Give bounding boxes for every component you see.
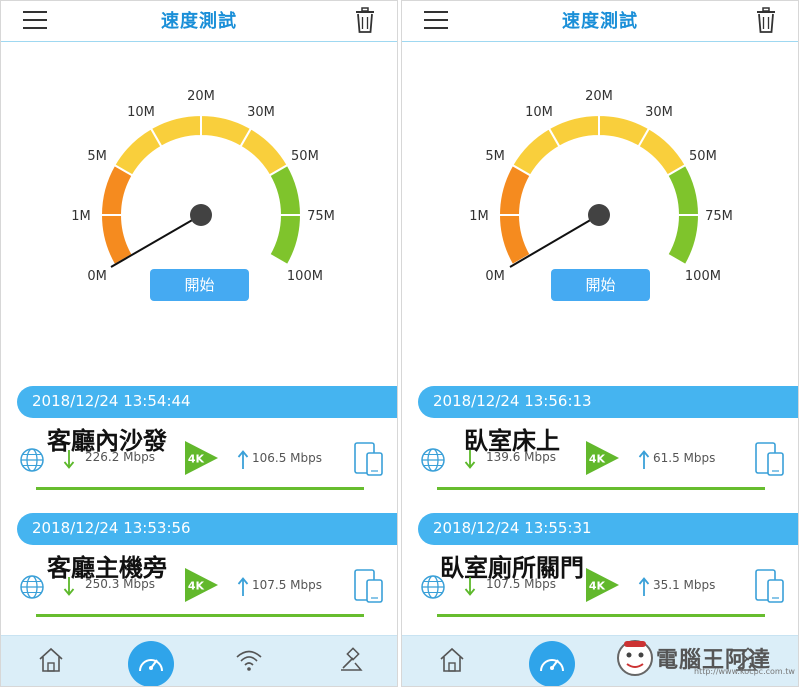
speedtest-panel-left: 速度測試 0M 1M 5M 10M 20M 30M 50M 75M 100M 開始 2018/1… [0, 0, 398, 687]
download-arrow-icon [63, 577, 75, 596]
gauge-tick-label: 50M [689, 149, 717, 164]
speed-gauge: 0M 1M 5M 10M 20M 30M 50M 75M 100M [469, 89, 733, 284]
gauge-tick-label: 75M [705, 209, 733, 224]
result-timestamp: 2018/12/24 13:53:56 [32, 519, 191, 537]
gauge-tick-label: 75M [307, 209, 335, 224]
result-card[interactable]: 2018/12/24 13:56:13 臥室床上 139.6 Mbps 4K 6… [402, 386, 798, 504]
gauge-tick-label: 10M [525, 105, 553, 120]
trash-icon[interactable] [355, 7, 375, 33]
wifi-icon[interactable] [235, 646, 263, 674]
result-card[interactable]: 2018/12/24 13:53:56 客廳主機旁 250.3 Mbps 4K … [1, 513, 397, 631]
result-card[interactable]: 2018/12/24 13:55:31 臥室廁所關門 107.5 Mbps 4K… [402, 513, 798, 631]
gauge-segment [666, 163, 701, 216]
page-title: 速度測試 [161, 11, 237, 32]
home-icon[interactable] [37, 646, 65, 674]
gauge-segment [547, 113, 600, 148]
globe-icon [421, 448, 445, 472]
download-speed: 250.3 Mbps [85, 577, 156, 591]
speedometer-icon [540, 659, 564, 672]
page-title: 速度測試 [562, 11, 638, 32]
gauge-tick-label: 30M [247, 105, 275, 120]
upload-arrow-icon [638, 577, 650, 596]
gauge-segment [666, 214, 701, 267]
speedometer-icon [139, 659, 163, 672]
gauge-tick-label: 1M [71, 209, 91, 224]
speed-gauge: 0M 1M 5M 10M 20M 30M 50M 75M 100M [71, 89, 335, 284]
upload-speed: 61.5 Mbps [653, 451, 716, 465]
gauge-tick-label: 100M [685, 269, 721, 284]
upload-speed: 107.5 Mbps [252, 578, 323, 592]
result-timestamp: 2018/12/24 13:56:13 [433, 392, 592, 410]
globe-icon [421, 575, 445, 599]
timestamp-bar: 2018/12/24 13:53:56 [17, 513, 397, 545]
mascot-icon [617, 640, 653, 676]
badge-4k: 4K [188, 580, 205, 593]
home-icon[interactable] [438, 646, 466, 674]
result-divider [437, 614, 765, 617]
upload-speed: 106.5 Mbps [252, 451, 323, 465]
result-timestamp: 2018/12/24 13:54:44 [32, 392, 191, 410]
gauge-segment [268, 163, 303, 216]
start-button[interactable]: 開始 [150, 269, 249, 301]
gauge-tick-label: 10M [127, 105, 155, 120]
upload-arrow-icon [237, 577, 249, 596]
gauge-tick-label: 5M [87, 149, 107, 164]
watermark-url: http://www.kocpc.com.tw [694, 667, 795, 676]
speedtest-panel-right: 速度測試 0M 1M 5M 10M 20M 30M 50M 75M 100M 開始 2018/1… [401, 0, 799, 687]
play-4k-icon[interactable]: 4K [183, 440, 219, 476]
download-arrow-icon [464, 450, 476, 469]
result-divider [437, 487, 765, 490]
devices-icon [755, 569, 784, 603]
gauge-tick-label: 1M [469, 209, 489, 224]
gauge-segment [268, 214, 303, 267]
gauge-tick-label: 50M [291, 149, 319, 164]
badge-4k: 4K [188, 453, 205, 466]
devices-icon [354, 442, 383, 476]
devices-icon [354, 569, 383, 603]
gauge-segment [149, 113, 202, 148]
app-header: 速度測試 [402, 1, 798, 42]
gauge-hub [588, 204, 610, 226]
gauge-hub [190, 204, 212, 226]
gauge-tick-label: 20M [585, 89, 613, 104]
play-4k-icon[interactable]: 4K [584, 567, 620, 603]
bottom-nav [1, 635, 397, 686]
speedometer-tab[interactable] [529, 641, 575, 686]
download-arrow-icon [464, 577, 476, 596]
gauge-tick-label: 5M [485, 149, 505, 164]
watermark-logo: 電腦王阿達 http://www.kocpc.com.tw [616, 636, 795, 680]
gauge-tick-label: 0M [485, 269, 505, 284]
globe-icon [20, 575, 44, 599]
globe-icon [20, 448, 44, 472]
download-speed: 139.6 Mbps [486, 450, 557, 464]
satellite-icon[interactable] [337, 646, 365, 674]
play-4k-icon[interactable]: 4K [183, 567, 219, 603]
trash-icon[interactable] [756, 7, 776, 33]
timestamp-bar: 2018/12/24 13:55:31 [418, 513, 798, 545]
app-header: 速度測試 [1, 1, 397, 42]
gauge-tick-label: 100M [287, 269, 323, 284]
upload-arrow-icon [237, 450, 249, 469]
upload-speed: 35.1 Mbps [653, 578, 716, 592]
download-speed: 107.5 Mbps [486, 577, 557, 591]
devices-icon [755, 442, 784, 476]
timestamp-bar: 2018/12/24 13:56:13 [418, 386, 798, 418]
result-divider [36, 487, 364, 490]
gauge-tick-label: 30M [645, 105, 673, 120]
download-speed: 226.2 Mbps [85, 450, 156, 464]
speedometer-tab[interactable] [128, 641, 174, 686]
start-button[interactable]: 開始 [551, 269, 650, 301]
gauge-tick-label: 20M [187, 89, 215, 104]
upload-arrow-icon [638, 450, 650, 469]
timestamp-bar: 2018/12/24 13:54:44 [17, 386, 397, 418]
gauge-tick-label: 0M [87, 269, 107, 284]
result-divider [36, 614, 364, 617]
result-card[interactable]: 2018/12/24 13:54:44 客廳內沙發 226.2 Mbps 4K … [1, 386, 397, 504]
play-4k-icon[interactable]: 4K [584, 440, 620, 476]
badge-4k: 4K [589, 580, 606, 593]
result-timestamp: 2018/12/24 13:55:31 [433, 519, 592, 537]
download-arrow-icon [63, 450, 75, 469]
badge-4k: 4K [589, 453, 606, 466]
